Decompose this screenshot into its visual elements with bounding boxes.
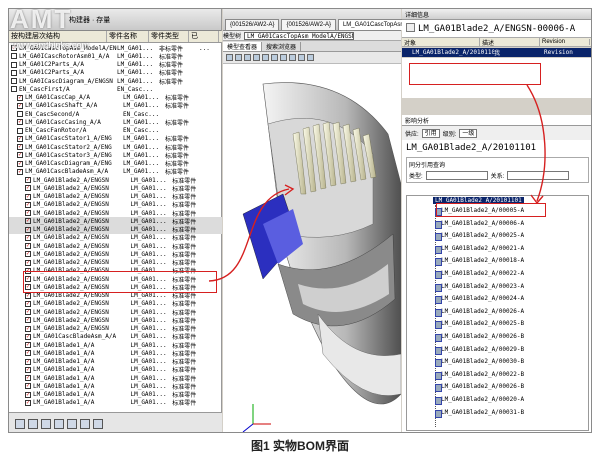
arrow-to-impact	[526, 84, 546, 202]
screenshot-frame: 构建器 · 存量 按构建层次结构 零件名称 零件类型 已 LM_GA01Casc…	[8, 8, 592, 433]
annotation-arrows	[208, 84, 546, 282]
figure-caption: 图1 实物BOM界面	[250, 439, 349, 453]
watermark-logo: AMT	[10, 4, 73, 34]
watermark-url: www.amthinks.com	[12, 40, 90, 50]
arrow-to-model	[208, 188, 290, 282]
